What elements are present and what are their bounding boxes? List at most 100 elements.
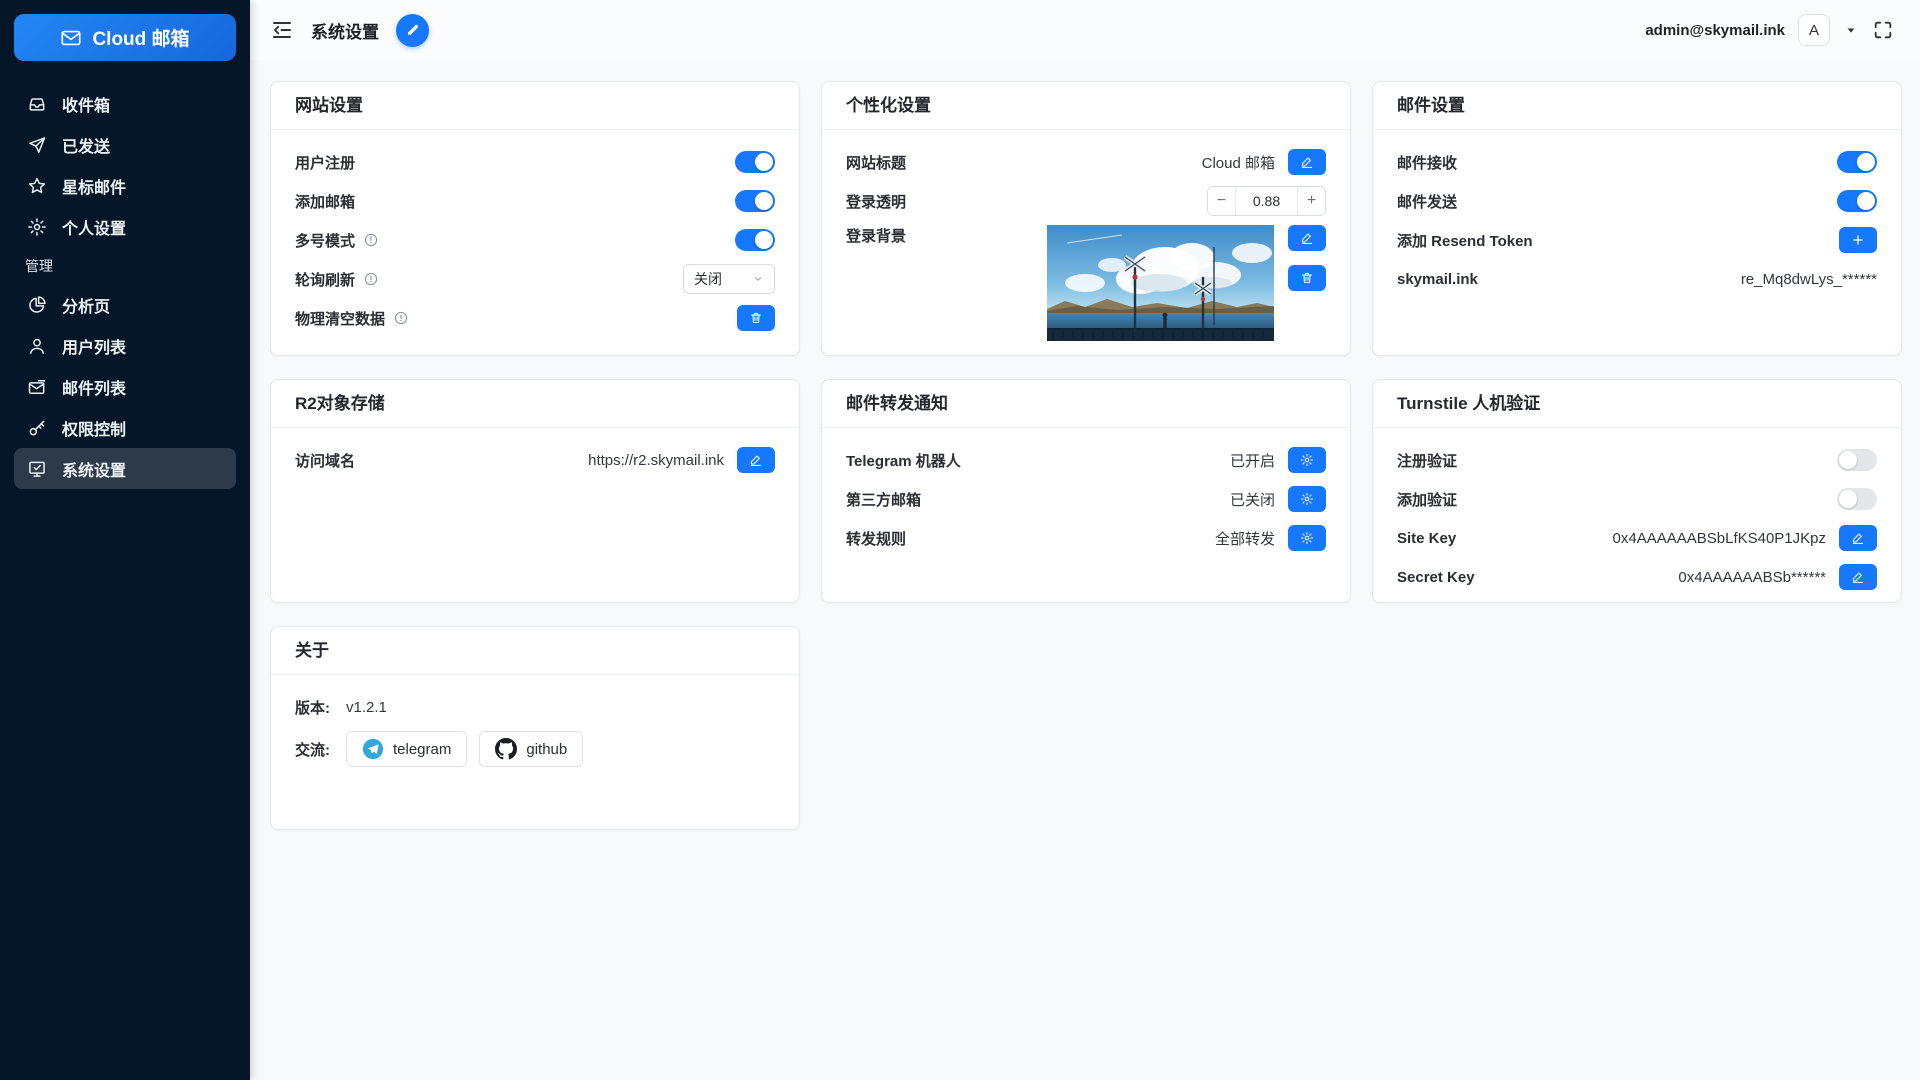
topbar: 系统设置 admin@skymail.ink A [250, 0, 1920, 60]
sidebar-item-label: 个人设置 [62, 220, 127, 238]
gear-icon [1300, 492, 1314, 506]
site-key-edit-button[interactable] [1839, 525, 1877, 551]
info-icon[interactable] [393, 310, 409, 326]
info-icon[interactable] [363, 232, 379, 248]
sidebar-item-label: 用户列表 [62, 339, 127, 357]
row-label-access-domain: 访问域名 [295, 452, 356, 470]
card-about: 关于 版本: v1.2.1 交流: telegram github [270, 626, 800, 830]
row-label-user-register: 用户注册 [295, 154, 356, 172]
setting-row-secret-key: Secret Key 0x4AAAAAABSb****** [1397, 562, 1877, 592]
setting-row-site-title: 网站标题 Cloud 邮箱 [846, 147, 1326, 177]
sidebar-item-mail-list[interactable]: 邮件列表 [14, 366, 236, 407]
row-label-site-title: 网站标题 [846, 154, 907, 172]
mail-receive-toggle[interactable] [1837, 151, 1877, 173]
setting-row-mail-send: 邮件发送 [1397, 186, 1877, 216]
app-logo-button[interactable]: Cloud 邮箱 [14, 14, 236, 61]
plus-icon [1851, 233, 1865, 247]
sidebar-item-analytics[interactable]: 分析页 [14, 284, 236, 325]
card-r2-storage: R2对象存储 访问域名 https://r2.skymail.ink [270, 379, 800, 603]
row-label-forward-rule: 转发规则 [846, 530, 907, 548]
row-label-add-mailbox: 添加邮箱 [295, 193, 356, 211]
telegram-bot-status: 已开启 [1229, 452, 1275, 470]
setting-row-register-captcha: 注册验证 [1397, 445, 1877, 475]
page-edit-button[interactable] [396, 13, 429, 47]
menu-fold-icon[interactable] [270, 18, 294, 42]
toggle-knob [755, 153, 773, 171]
edit-pencil-icon [1300, 231, 1314, 245]
secret-key-value: 0x4AAAAAABSb****** [1678, 568, 1826, 586]
add-mailbox-toggle[interactable] [735, 190, 775, 212]
telegram-link-button[interactable]: telegram [346, 731, 468, 767]
third-party-mailbox-status: 已关闭 [1229, 491, 1275, 509]
third-party-mailbox-settings-button[interactable] [1288, 486, 1326, 512]
forward-rule-status: 全部转发 [1214, 530, 1275, 548]
trash-icon [749, 311, 763, 325]
card-title: 关于 [271, 627, 799, 675]
sidebar-item-label: 系统设置 [62, 462, 127, 480]
sidebar-item-user-list[interactable]: 用户列表 [14, 325, 236, 366]
login-background-edit-button[interactable] [1288, 225, 1326, 251]
login-opacity-stepper: − 0.88 + [1207, 186, 1326, 216]
version-value: v1.2.1 [346, 698, 387, 716]
user-register-toggle[interactable] [735, 151, 775, 173]
login-opacity-increment-button[interactable]: + [1298, 187, 1325, 215]
setting-row-add-resend-token: 添加 Resend Token [1397, 225, 1877, 255]
multi-account-mode-toggle[interactable] [735, 229, 775, 251]
card-title: 网站设置 [271, 82, 799, 130]
purge-data-button[interactable] [737, 305, 775, 331]
card-site-settings: 网站设置 用户注册 添加邮箱 多号模式 轮询刷新 关闭 物理清空数据 [270, 81, 800, 356]
login-opacity-decrement-button[interactable]: − [1208, 187, 1235, 215]
telegram-bot-settings-button[interactable] [1288, 447, 1326, 473]
toggle-knob [1857, 153, 1875, 171]
row-label-resend-token-skymail: skymail.ink [1397, 270, 1478, 288]
add-resend-token-button[interactable] [1839, 227, 1877, 253]
edit-pencil-icon [749, 453, 763, 467]
info-icon[interactable] [363, 271, 379, 287]
row-label-polling-refresh: 轮询刷新 [295, 269, 379, 290]
chevron-down-icon [752, 273, 764, 285]
login-background-delete-button[interactable] [1288, 265, 1326, 291]
login-opacity-value[interactable]: 0.88 [1235, 187, 1298, 215]
add-captcha-toggle[interactable] [1837, 488, 1877, 510]
github-icon [495, 738, 518, 760]
polling-refresh-select[interactable]: 关闭 [683, 264, 775, 294]
sidebar-item-system-settings[interactable]: 系统设置 [14, 448, 236, 489]
secret-key-edit-button[interactable] [1839, 564, 1877, 590]
sidebar-item-sent[interactable]: 已发送 [14, 124, 236, 165]
card-title: 个性化设置 [822, 82, 1350, 130]
gear-icon [1300, 531, 1314, 545]
toggle-knob [1857, 192, 1875, 210]
settings-grid: 网站设置 用户注册 添加邮箱 多号模式 轮询刷新 关闭 物理清空数据 个性化设置… [270, 81, 1902, 830]
register-captcha-toggle[interactable] [1837, 449, 1877, 471]
setting-row-access-domain: 访问域名 https://r2.skymail.ink [295, 445, 775, 475]
row-label-secret-key: Secret Key [1397, 568, 1475, 586]
pie-chart-icon [27, 295, 47, 315]
setting-row-login-opacity: 登录透明 − 0.88 + [846, 186, 1326, 216]
avatar[interactable]: A [1798, 14, 1830, 46]
sidebar-item-label: 收件箱 [62, 97, 111, 115]
forward-rule-settings-button[interactable] [1288, 525, 1326, 551]
sidebar-item-starred[interactable]: 星标邮件 [14, 165, 236, 206]
app-logo-label: Cloud 邮箱 [92, 29, 190, 50]
caret-down-icon[interactable] [1843, 22, 1859, 38]
sidebar-item-inbox[interactable]: 收件箱 [14, 83, 236, 124]
setting-row-add-captcha: 添加验证 [1397, 484, 1877, 514]
sidebar-item-personal-settings[interactable]: 个人设置 [14, 206, 236, 247]
access-domain-edit-button[interactable] [737, 447, 775, 473]
send-icon [27, 135, 47, 155]
github-link-button[interactable]: github [479, 731, 584, 767]
mail-send-toggle[interactable] [1837, 190, 1877, 212]
setting-row-third-party-mailbox: 第三方邮箱 已关闭 [846, 484, 1326, 514]
login-background-thumbnail[interactable] [1047, 225, 1274, 341]
sidebar-item-permissions[interactable]: 权限控制 [14, 407, 236, 448]
card-body: 注册验证 添加验证 Site Key 0x4AAAAAABSbLfKS40P1J… [1373, 428, 1901, 592]
trash-icon [1300, 271, 1314, 285]
select-value: 关闭 [694, 271, 722, 287]
row-label-mail-send: 邮件发送 [1397, 193, 1458, 211]
card-title: 邮件转发通知 [822, 380, 1350, 428]
fullscreen-icon[interactable] [1872, 19, 1894, 41]
site-title-edit-button[interactable] [1288, 149, 1326, 175]
row-label-add-resend-token: 添加 Resend Token [1397, 232, 1533, 250]
site-title-value: Cloud 邮箱 [1201, 154, 1275, 172]
edit-pencil-icon [1851, 531, 1865, 545]
